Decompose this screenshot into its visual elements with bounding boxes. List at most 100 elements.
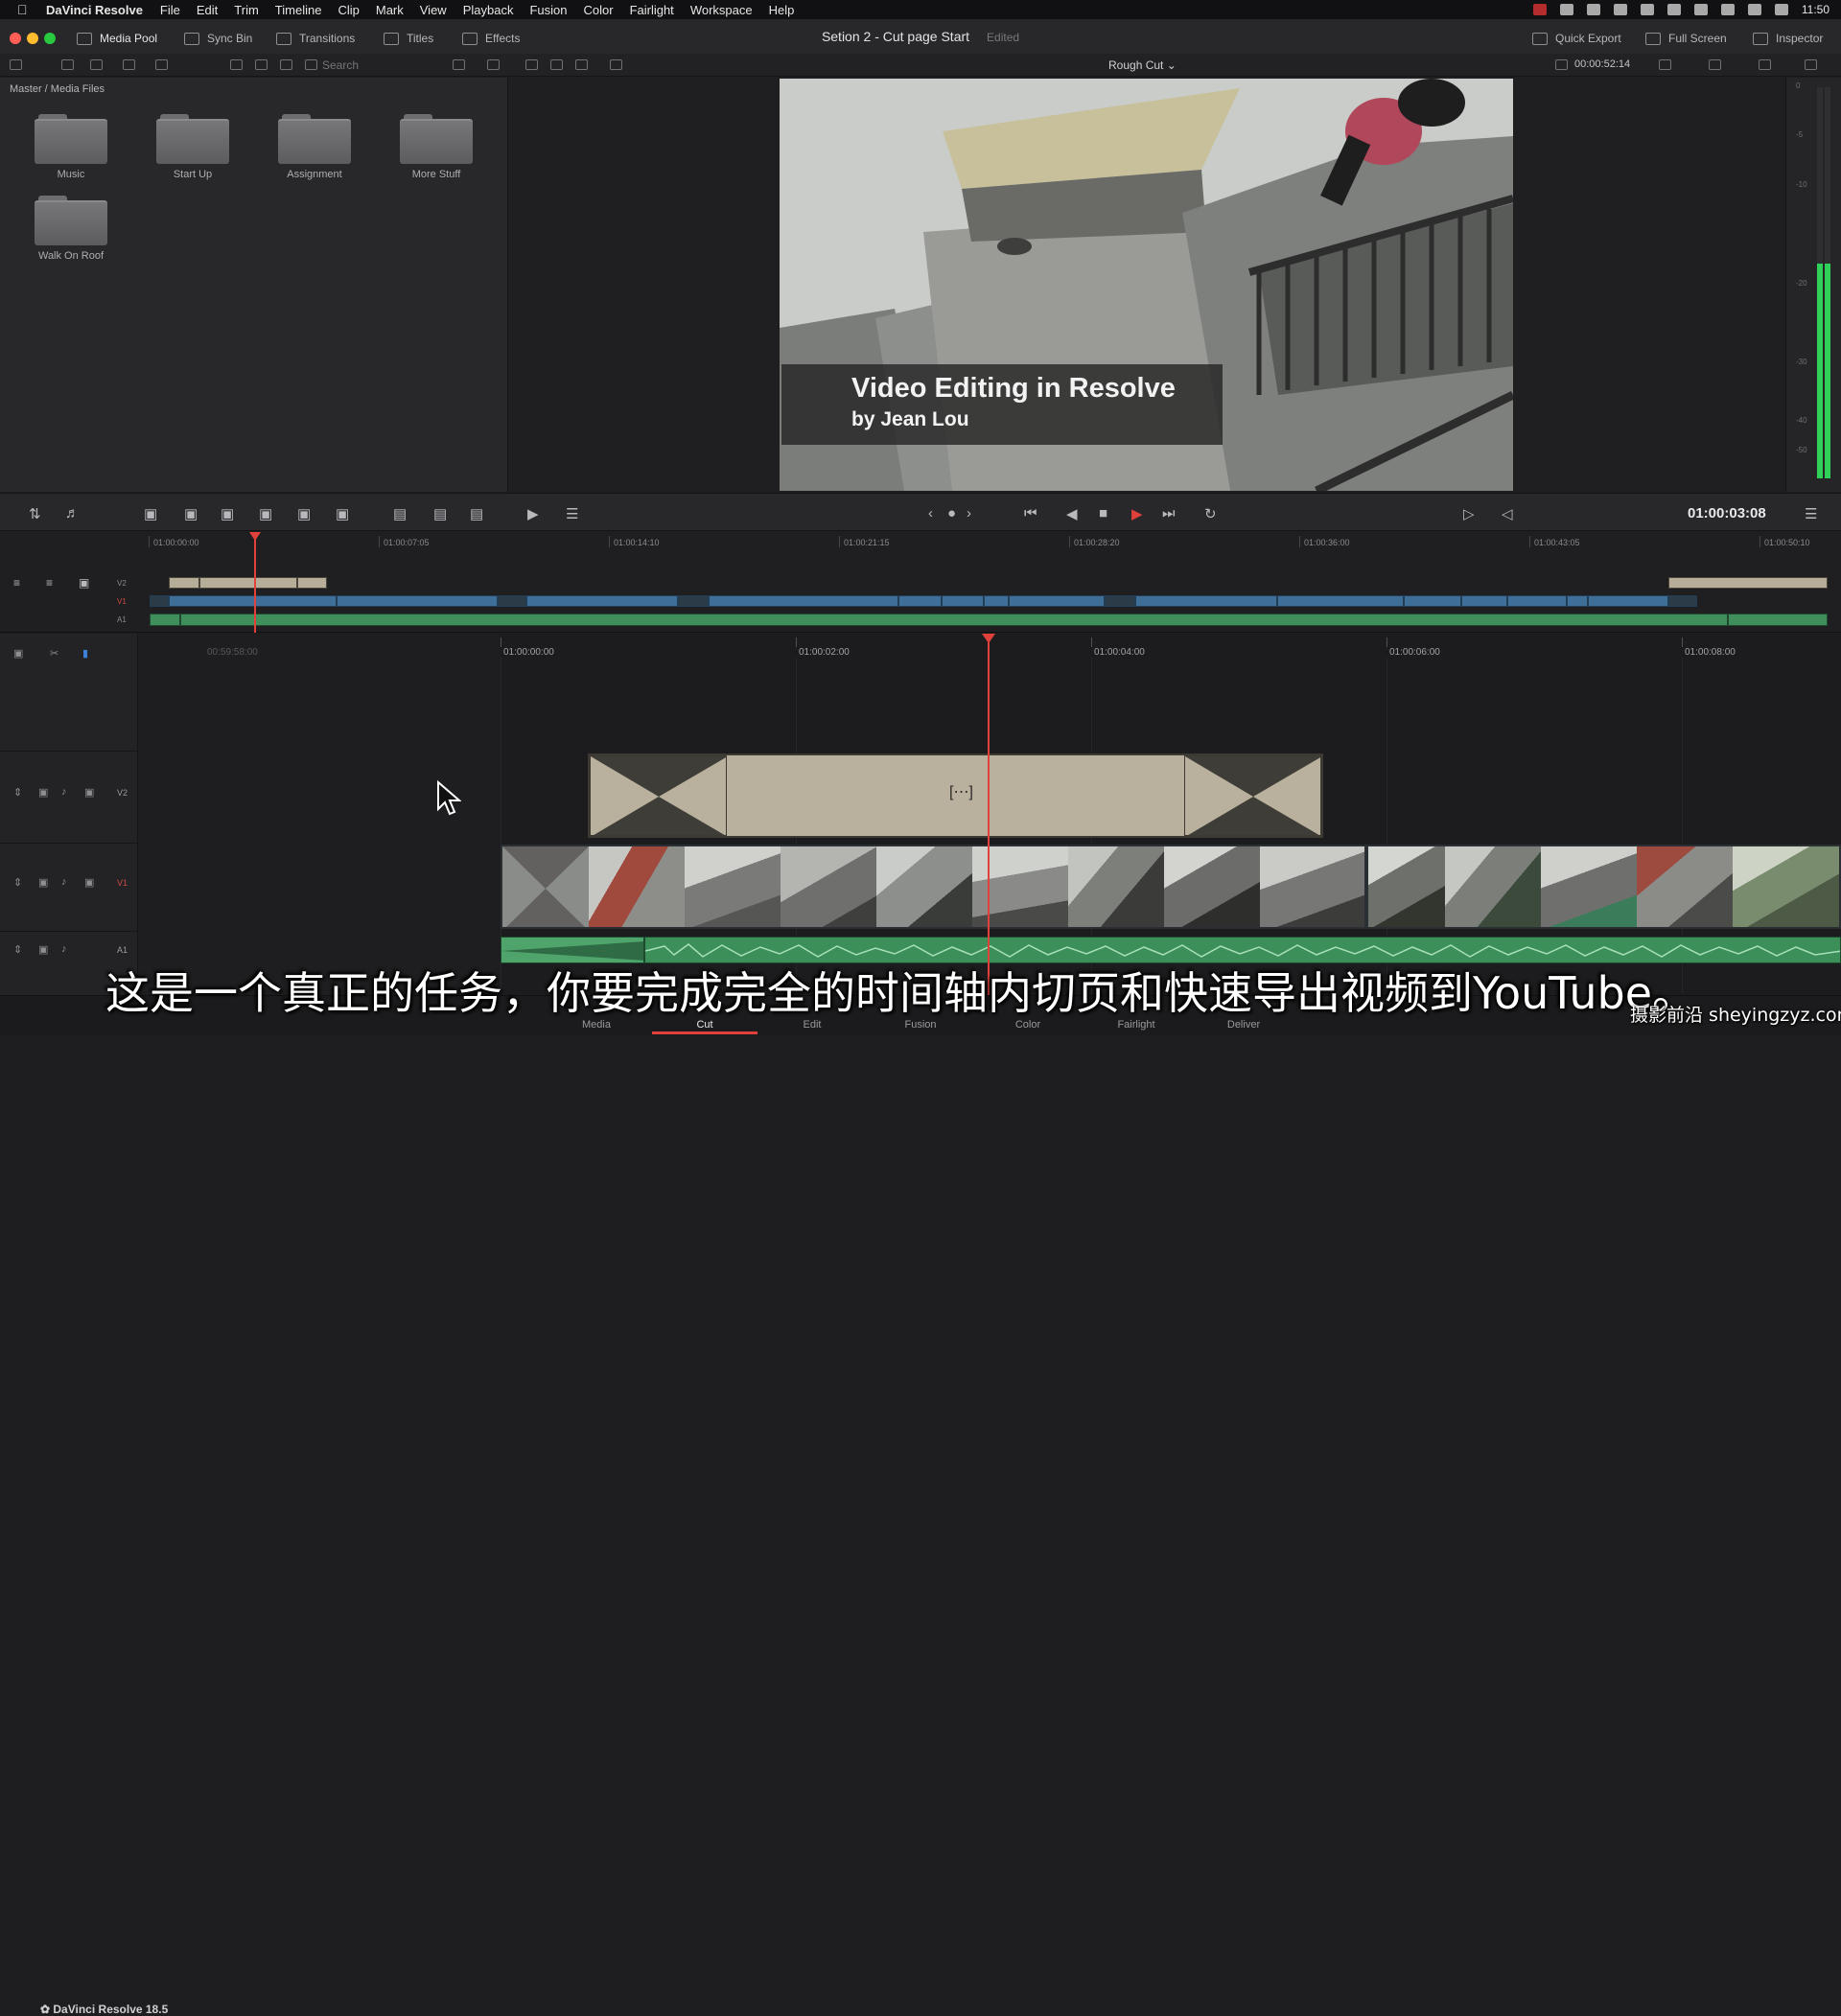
- inspector-button[interactable]: Inspector: [1753, 29, 1823, 48]
- overview-title-clip[interactable]: [1668, 577, 1828, 589]
- overview-audio-clip[interactable]: [180, 614, 1728, 626]
- overview-video-clip[interactable]: [150, 595, 169, 607]
- menu-view[interactable]: View: [420, 3, 447, 17]
- audio-on-icon[interactable]: ♪: [61, 876, 67, 888]
- place-on-top-icon[interactable]: ▣: [297, 505, 311, 522]
- overview-video-clip[interactable]: [1135, 595, 1277, 607]
- marker-icon[interactable]: ▮: [82, 647, 88, 660]
- reverse-play-icon[interactable]: ◀: [1066, 505, 1078, 522]
- video-clip[interactable]: [501, 845, 1366, 929]
- lock-icon[interactable]: ▣: [38, 876, 48, 889]
- menu-file[interactable]: File: [160, 3, 180, 17]
- menu-mark[interactable]: Mark: [376, 3, 404, 17]
- overview-video-clip[interactable]: [984, 595, 1009, 607]
- cross-dissolve-transition[interactable]: [590, 755, 727, 836]
- track-move-icon[interactable]: ⇕: [13, 786, 22, 799]
- loop-icon[interactable]: ↻: [1204, 505, 1217, 522]
- menu-options-icon[interactable]: ☰: [1805, 505, 1817, 522]
- overview-video-clip[interactable]: [1105, 595, 1135, 607]
- speaker-icon[interactable]: [1805, 59, 1817, 70]
- overview-video-clip[interactable]: [337, 595, 498, 607]
- menu-app-name[interactable]: DaVinci Resolve: [46, 3, 143, 17]
- timeline-selector[interactable]: Rough Cut ⌄: [1108, 58, 1177, 72]
- mark-out-icon[interactable]: ◁: [1502, 505, 1513, 522]
- display-icon[interactable]: [1613, 4, 1627, 15]
- folder-walk-on-roof[interactable]: Walk On Roof: [28, 196, 114, 272]
- menu-timeline[interactable]: Timeline: [275, 3, 322, 17]
- overview-playhead[interactable]: [254, 535, 256, 633]
- track-lock-icon[interactable]: ≡: [13, 576, 20, 590]
- folder-more-stuff[interactable]: More Stuff: [393, 114, 479, 191]
- menu-edit[interactable]: Edit: [197, 3, 218, 17]
- zoom-window-button[interactable]: [44, 33, 56, 44]
- menu-fairlight[interactable]: Fairlight: [630, 3, 674, 17]
- jog-dot-icon[interactable]: ●: [947, 505, 956, 521]
- track-move-icon[interactable]: ⇕: [13, 943, 22, 956]
- spotlight-search-icon[interactable]: [1720, 4, 1735, 15]
- play-timeline-icon[interactable]: ▶: [527, 505, 539, 522]
- prev-edit-icon[interactable]: ‹: [928, 505, 933, 521]
- snap-icon[interactable]: ⇅: [29, 505, 41, 522]
- menu-workspace[interactable]: Workspace: [690, 3, 753, 17]
- list-view-icon[interactable]: [305, 59, 317, 70]
- panel-toggle-icon[interactable]: [10, 59, 22, 70]
- wifi-icon[interactable]: [1693, 4, 1708, 15]
- transitions-button[interactable]: Transitions: [276, 29, 355, 48]
- folder-music[interactable]: Music: [28, 114, 114, 191]
- import-media-icon[interactable]: [61, 59, 74, 70]
- video-on-icon[interactable]: ▣: [84, 786, 94, 799]
- lock-icon[interactable]: ▣: [38, 786, 48, 799]
- trim-icon[interactable]: ▤: [393, 505, 407, 522]
- track-move-icon[interactable]: ⇕: [13, 876, 22, 889]
- timeline-view-icon[interactable]: ▣: [13, 647, 23, 660]
- play-icon[interactable]: ▶: [1131, 505, 1143, 522]
- menu-fusion[interactable]: Fusion: [529, 3, 567, 17]
- safe-area-icon[interactable]: [610, 59, 622, 70]
- overview-title-clip[interactable]: [169, 577, 199, 589]
- overview-video-clip[interactable]: [1507, 595, 1567, 607]
- menu-help[interactable]: Help: [769, 3, 795, 17]
- timeline-view-icon[interactable]: [575, 59, 588, 70]
- color-sync-icon[interactable]: [1759, 59, 1771, 70]
- thumbnail-view-icon[interactable]: [255, 59, 268, 70]
- menu-color[interactable]: Color: [583, 3, 613, 17]
- overview-title-clip[interactable]: [199, 577, 297, 589]
- lock-icon[interactable]: ▣: [38, 943, 48, 956]
- minimize-window-button[interactable]: [27, 33, 38, 44]
- razor-icon[interactable]: ✂: [50, 647, 58, 660]
- folder-assignment[interactable]: Assignment: [271, 114, 358, 191]
- overview-video-clip[interactable]: [1668, 595, 1697, 607]
- video-clip[interactable]: [1366, 845, 1841, 929]
- battery-icon[interactable]: [1559, 4, 1573, 15]
- media-pool-button[interactable]: Media Pool: [77, 29, 157, 48]
- titles-button[interactable]: Titles: [384, 29, 433, 48]
- overview-video-clip[interactable]: [1009, 595, 1105, 607]
- cross-dissolve-transition[interactable]: [1184, 755, 1321, 836]
- overview-audio-clip[interactable]: [150, 614, 180, 626]
- mark-in-icon[interactable]: ▷: [1463, 505, 1475, 522]
- close-up-icon[interactable]: ▣: [259, 505, 272, 522]
- go-to-end-icon[interactable]: ⏭: [1162, 505, 1176, 521]
- new-bin-icon[interactable]: [90, 59, 103, 70]
- audio-scrub-icon[interactable]: ♬: [65, 505, 80, 521]
- overview-video-clip[interactable]: [1567, 595, 1588, 607]
- search-input[interactable]: [322, 57, 437, 74]
- viewer-options-icon[interactable]: [1709, 59, 1721, 70]
- metadata-view-icon[interactable]: [230, 59, 243, 70]
- link-icon[interactable]: [155, 59, 168, 70]
- overview-video-clip[interactable]: [1461, 595, 1507, 607]
- apple-icon[interactable]: : [17, 2, 33, 17]
- stop-icon[interactable]: ■: [1099, 505, 1107, 521]
- record-icon[interactable]: [1532, 4, 1547, 15]
- playhead[interactable]: [988, 636, 990, 995]
- ripple-overwrite-icon[interactable]: ▣: [221, 505, 234, 522]
- folder-start-up[interactable]: Start Up: [150, 114, 236, 191]
- cloud-icon[interactable]: [1586, 4, 1600, 15]
- overview-video-clip[interactable]: [678, 595, 709, 607]
- effects-button[interactable]: Effects: [462, 29, 520, 48]
- menu-trim[interactable]: Trim: [234, 3, 259, 17]
- audio-settings-icon[interactable]: ☰: [566, 505, 578, 522]
- overview-video-clip[interactable]: [498, 595, 526, 607]
- video-on-icon[interactable]: ▣: [84, 876, 94, 889]
- relink-icon[interactable]: [123, 59, 135, 70]
